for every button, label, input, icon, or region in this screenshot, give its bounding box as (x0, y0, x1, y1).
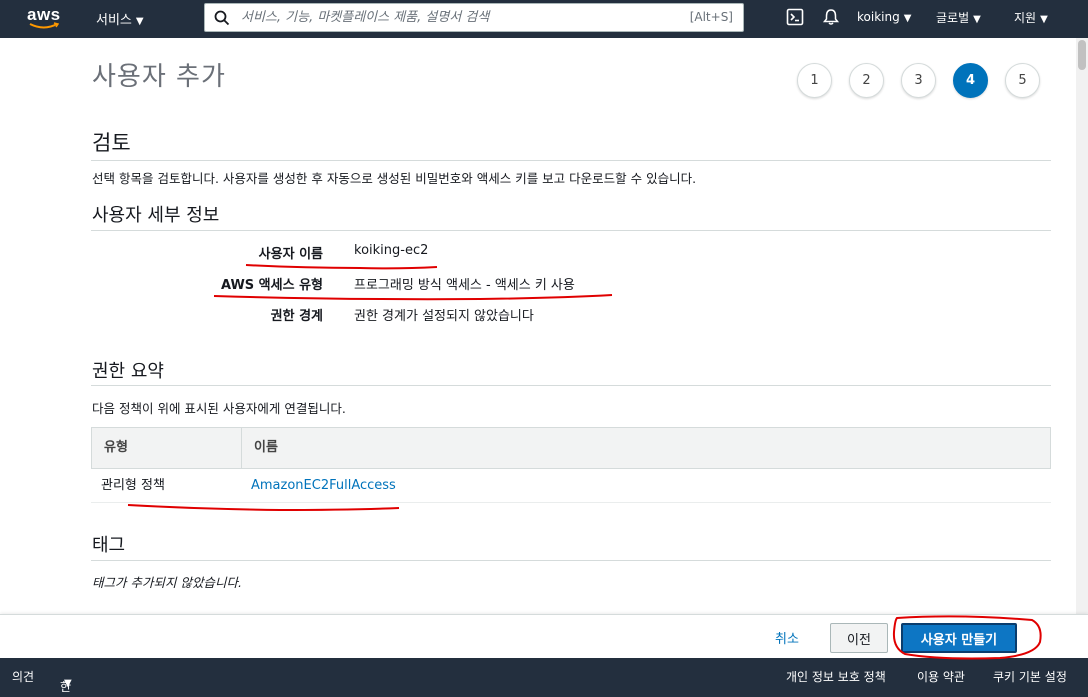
username-label: 사용자 이름 (258, 247, 323, 262)
red-annotation-overlay (127, 264, 1042, 660)
console-footer: 의견 한국어▼ 개인 정보 보호 정책 이용 약관 쿠키 기본 설정 (0, 658, 1088, 697)
search-box[interactable]: [Alt+S] (204, 3, 744, 32)
caret-down-icon: ▼ (64, 678, 72, 689)
review-heading: 검토 (92, 131, 131, 155)
underline-username (245, 264, 438, 270)
tags-empty-text: 태그가 추가되지 않았습니다. (92, 575, 242, 590)
step-4-current[interactable]: 4 (953, 63, 988, 98)
previous-button[interactable]: 이전 (830, 623, 888, 653)
support-menu[interactable]: 지원 ▼ (1014, 9, 1048, 26)
scrollbar-thumb[interactable] (1078, 40, 1086, 70)
cancel-button[interactable]: 취소 (775, 628, 799, 647)
step-5[interactable]: 5 (1005, 63, 1040, 98)
policy-type-cell: 관리형 정책 (101, 478, 165, 493)
aws-logo[interactable]: aws (27, 5, 63, 31)
aws-smile-icon (29, 22, 59, 29)
step-3[interactable]: 3 (901, 63, 936, 98)
permissions-description: 다음 정책이 위에 표시된 사용자에게 연결됩니다. (92, 401, 346, 416)
username-value: koiking-ec2 (354, 243, 429, 258)
page-title: 사용자 추가 (92, 62, 226, 92)
wizard-action-bar: 취소 이전 사용자 만들기 (0, 614, 1088, 658)
policy-name-cell: AmazonEC2FullAccess (241, 469, 396, 502)
step-1[interactable]: 1 (797, 63, 832, 98)
divider (91, 230, 1051, 231)
divider (91, 160, 1051, 161)
search-input[interactable] (241, 4, 681, 31)
underline-policy (127, 504, 400, 512)
table-row: 관리형 정책 AmazonEC2FullAccess (91, 469, 1051, 503)
user-details-heading: 사용자 세부 정보 (92, 205, 220, 226)
privacy-link[interactable]: 개인 정보 보호 정책 (786, 668, 886, 685)
underline-access-type (213, 294, 613, 301)
services-menu[interactable]: 서비스 ▼ (96, 9, 144, 28)
search-icon (214, 10, 230, 26)
region-label: 글로벌 (936, 11, 970, 25)
services-label: 서비스 (96, 13, 132, 28)
access-type-value: 프로그래밍 방식 액세스 - 액세스 키 사용 (354, 278, 575, 293)
tags-heading: 태그 (92, 535, 126, 556)
vertical-scrollbar[interactable] (1076, 38, 1088, 614)
account-name: koiking (857, 10, 900, 24)
divider (91, 560, 1051, 561)
access-type-label: AWS 액세스 유형 (220, 278, 323, 293)
caret-down-icon: ▼ (135, 16, 144, 27)
terms-link[interactable]: 이용 약관 (917, 668, 965, 685)
bell-icon[interactable] (822, 8, 840, 26)
wizard-steps: 1 2 3 4 5 (797, 63, 1057, 98)
permissions-summary-heading: 권한 요약 (92, 361, 164, 382)
permissions-table: 유형 이름 관리형 정책 AmazonEC2FullAccess (91, 427, 1051, 503)
caret-down-icon: ▼ (1040, 14, 1048, 25)
account-menu[interactable]: koiking ▼ (857, 10, 911, 24)
cookie-preferences-link[interactable]: 쿠키 기본 설정 (993, 668, 1067, 685)
step-2[interactable]: 2 (849, 63, 884, 98)
create-user-button[interactable]: 사용자 만들기 (901, 623, 1017, 653)
column-header-name[interactable]: 이름 (242, 428, 278, 468)
support-label: 지원 (1014, 11, 1037, 25)
column-header-type[interactable]: 유형 (92, 428, 242, 468)
permissions-boundary-label: 권한 경계 (270, 309, 323, 324)
top-navigation: aws 서비스▼ [Alt+S] koiking▼ 글로벌▼ 지원▼ (0, 0, 1088, 38)
region-menu[interactable]: 글로벌 ▼ (936, 9, 981, 26)
table-header: 유형 이름 (91, 427, 1051, 469)
caret-down-icon: ▼ (973, 14, 981, 25)
policy-link[interactable]: AmazonEC2FullAccess (251, 478, 396, 493)
divider (91, 385, 1051, 386)
review-description: 선택 항목을 검토합니다. 사용자를 생성한 후 자동으로 생성된 비밀번호와 … (92, 171, 697, 186)
caret-down-icon: ▼ (903, 13, 912, 24)
search-shortcut-hint: [Alt+S] (689, 10, 733, 24)
cloudshell-icon[interactable] (786, 8, 804, 26)
permissions-boundary-value: 권한 경계가 설정되지 않았습니다 (354, 309, 534, 324)
feedback-link[interactable]: 의견 (12, 668, 34, 685)
